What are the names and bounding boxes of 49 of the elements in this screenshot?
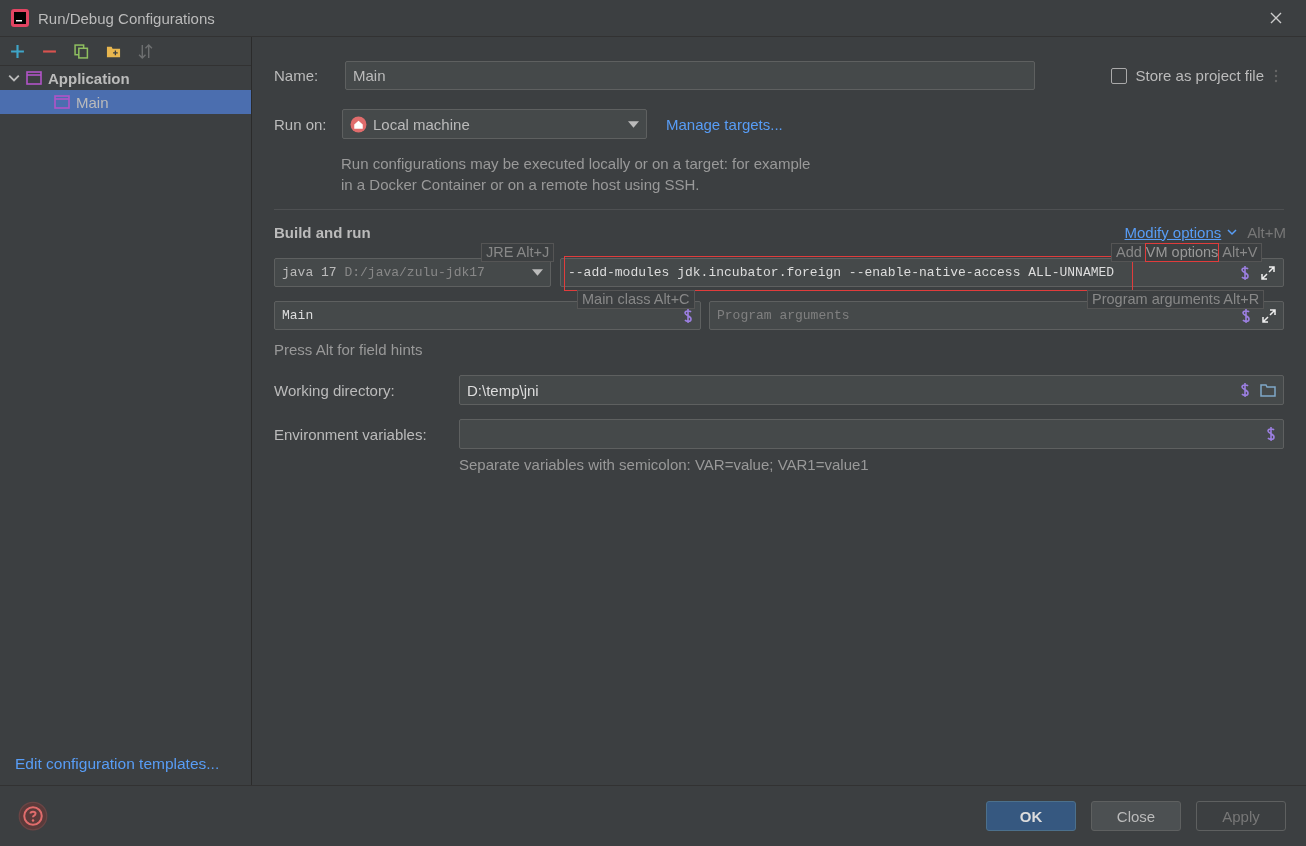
tooltip-text: JRE Alt+J — [486, 244, 550, 261]
section-title: Build and run — [274, 223, 371, 241]
folder-icon[interactable] — [1260, 383, 1276, 397]
shortcut-text: Alt+M — [1247, 223, 1286, 241]
store-checkbox[interactable] — [1110, 67, 1127, 84]
tree-item[interactable]: Main — [0, 90, 251, 114]
window-icon — [26, 71, 42, 85]
store-label[interactable]: Store as project file — [1135, 67, 1264, 84]
dollar-icon[interactable] — [1240, 264, 1250, 281]
jre-dropdown[interactable]: java 17 D:/java/zulu-jdk17 — [274, 258, 551, 287]
tooltip-text: Alt+V — [1222, 244, 1258, 261]
run-on-label: Run on: — [274, 115, 328, 133]
tooltip-text: VM options — [1145, 244, 1219, 261]
dollar-icon[interactable] — [1241, 308, 1251, 324]
working-directory-label: Working directory: — [274, 381, 396, 399]
tooltip-text: Add — [1116, 244, 1142, 261]
dialog-button[interactable]: Close — [1091, 801, 1181, 831]
environment-field[interactable] — [459, 419, 1284, 449]
modify-options-link[interactable]: Modify options — [1124, 223, 1222, 241]
home-icon — [350, 115, 367, 133]
manage-targets-link[interactable]: Manage targets... — [666, 115, 783, 133]
chevron-icon[interactable] — [8, 72, 20, 84]
dollar-icon[interactable] — [683, 307, 693, 324]
caret-icon[interactable] — [532, 269, 543, 276]
window-title: Run/Debug Configurations — [38, 9, 215, 27]
add-icon[interactable] — [10, 43, 25, 59]
vm-options-field[interactable]: --add-modules jdk.incubator.foreign --enable-native-access ALL-UNNAMED — [560, 258, 1284, 287]
field-hint: Press Alt for field hints — [274, 341, 424, 358]
dollar-icon[interactable] — [1266, 426, 1276, 442]
run-on-description: Run configurations may be executed locally or on a target: for example in a Docker Container or on a remote host using SSH. — [341, 154, 811, 195]
close-icon[interactable] — [1270, 12, 1282, 24]
expand-icon[interactable] — [1260, 265, 1276, 280]
name-label: Name: — [274, 67, 320, 84]
working-directory-field[interactable]: D:\temp\jni — [459, 375, 1284, 405]
app-logo-icon — [10, 8, 30, 28]
environment-label: Environment variables: — [274, 425, 428, 443]
name-field[interactable]: Main — [345, 61, 1035, 90]
chevron-icon[interactable] — [1227, 227, 1238, 237]
caret-icon[interactable] — [628, 120, 639, 128]
window-icon — [54, 95, 70, 109]
help-icon[interactable] — [18, 801, 48, 831]
expand-icon[interactable] — [1261, 309, 1277, 323]
run-on-dropdown[interactable]: Local machine — [342, 109, 647, 139]
environment-hint: Separate variables with semicolon: VAR=value; VAR1=value1 — [459, 456, 870, 473]
ok-button[interactable]: OK — [986, 801, 1076, 831]
templates-link[interactable]: Edit configuration templates... — [0, 755, 251, 773]
copy-icon[interactable] — [74, 43, 89, 59]
tree-item[interactable]: Application — [0, 66, 251, 90]
dollar-icon[interactable] — [1240, 382, 1250, 398]
